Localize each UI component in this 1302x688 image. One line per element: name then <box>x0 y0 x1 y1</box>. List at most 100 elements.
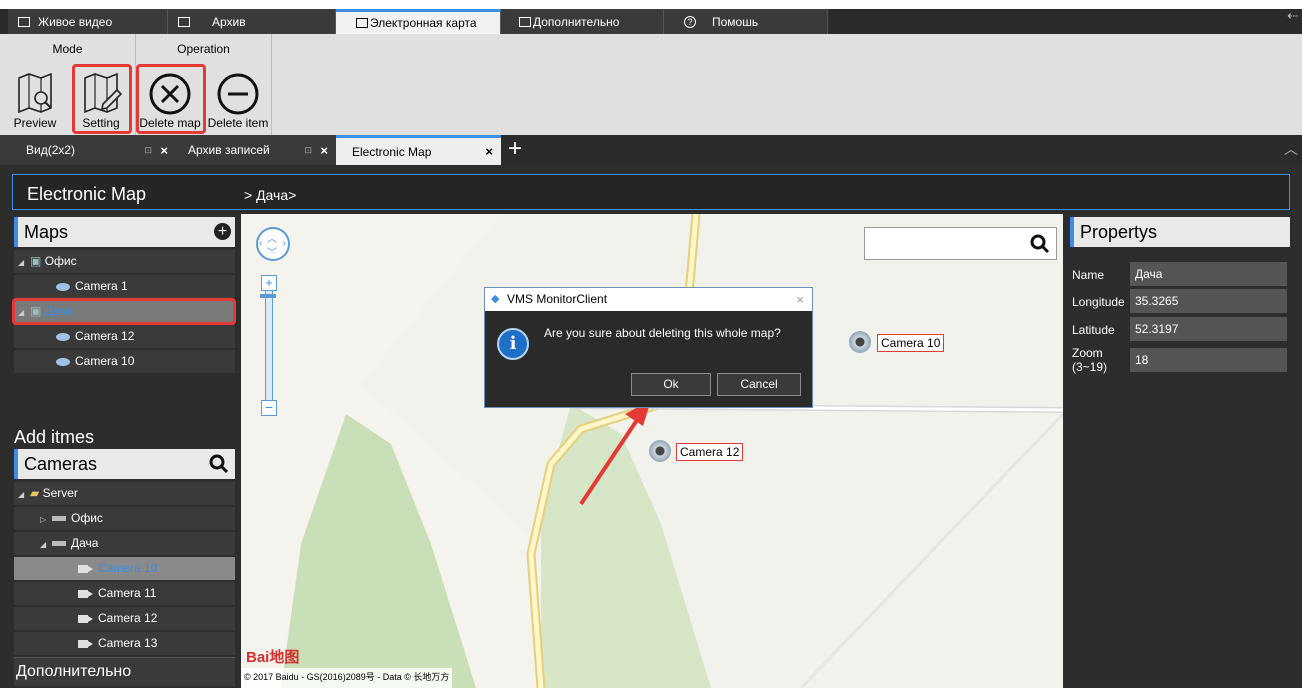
tree-item-office-map[interactable]: ◢ ▣ Офис <box>14 250 235 273</box>
tree-item-camera-12[interactable]: Camera 12 <box>14 325 235 348</box>
map-canvas[interactable]: ︿ ‹ › ﹀ + − Camera 10 Camera 12 Bai地图 © … <box>241 214 1063 688</box>
map-icon <box>356 18 368 28</box>
camera-12-marker-label[interactable]: Camera 12 <box>676 443 744 461</box>
tree-item-office-device[interactable]: ▷ Офис <box>14 507 235 530</box>
delete-item-button[interactable]: Delete item <box>205 72 271 132</box>
tab-help[interactable]: ? Помошь <box>664 9 828 34</box>
zoom-slider-handle[interactable] <box>260 294 276 298</box>
pan-down-icon[interactable]: ﹀ <box>267 244 277 259</box>
expand-icon[interactable]: ◢ <box>18 483 30 506</box>
tree-item-dacha-device[interactable]: ◢ Дача <box>14 532 235 555</box>
tree-label: Camera 12 <box>75 329 135 343</box>
highlight-box <box>12 298 236 325</box>
zoom-out-icon[interactable]: − <box>261 400 277 416</box>
exit-icon[interactable]: ⇠ <box>1287 8 1298 24</box>
video-camera-icon <box>78 589 93 598</box>
latitude-label: Latitude <box>1072 323 1115 337</box>
tab-live-video[interactable]: Живое видео <box>8 9 168 34</box>
add-map-icon[interactable]: + <box>214 223 231 240</box>
camera-icon <box>56 357 70 366</box>
tree-item-camera-12-source[interactable]: Camera 12 <box>14 607 235 630</box>
zoom-in-icon[interactable]: + <box>261 275 277 291</box>
ribbon: Mode Operation Preview Setting Delete ma… <box>0 34 1302 136</box>
device-icon <box>52 516 66 522</box>
tree-item-server[interactable]: ◢ ▰ Server <box>14 482 235 505</box>
additional-section[interactable]: Дополнительно <box>14 657 235 686</box>
zoom-field[interactable]: 18 <box>1130 348 1287 372</box>
tree-item-camera-10-source[interactable]: Camera 10 <box>14 557 235 580</box>
tab-view-2x2[interactable]: Вид(2x2) ⊡ × <box>0 135 176 165</box>
preview-label: Preview <box>13 116 57 130</box>
close-icon[interactable]: × <box>485 144 493 159</box>
app-logo-icon: ◆ <box>491 293 500 305</box>
tree-label: Camera 10 <box>98 561 158 575</box>
pin-icon[interactable]: ⊡ <box>144 145 152 156</box>
search-icon[interactable] <box>1030 234 1050 254</box>
dialog-titlebar: ◆ VMS MonitorClient × <box>485 288 812 311</box>
close-icon[interactable]: × <box>796 288 804 311</box>
expand-icon[interactable]: ◢ <box>18 251 30 274</box>
pin-icon[interactable]: ⊡ <box>304 145 312 156</box>
play-icon <box>178 16 190 27</box>
pan-control[interactable]: ︿ ‹ › ﹀ <box>256 227 290 261</box>
breadcrumb-path[interactable]: > Дача> <box>244 187 296 203</box>
cancel-button[interactable]: Cancel <box>717 373 801 396</box>
camera-marker-icon[interactable] <box>849 331 871 353</box>
delete-item-label: Delete item <box>207 116 269 130</box>
tree-label: Дача <box>71 536 99 550</box>
add-tab-icon[interactable]: + <box>508 137 522 161</box>
pan-right-icon[interactable]: › <box>283 238 286 249</box>
name-label: Name <box>1072 268 1105 282</box>
longitude-label: Longitude <box>1072 295 1125 309</box>
device-icon <box>52 541 66 547</box>
cameras-header: Cameras <box>14 449 235 479</box>
page-title: Electronic Map <box>27 184 147 204</box>
collapse-arrow-icon[interactable]: ▷ <box>40 508 52 531</box>
tree-label: Офис <box>44 254 77 268</box>
tree-label: Camera 12 <box>98 611 158 625</box>
zoom-slider-track[interactable] <box>265 290 273 402</box>
map-search-input[interactable] <box>864 227 1057 260</box>
tab-electronic-map[interactable]: Электронная карта <box>336 9 501 34</box>
tree-item-camera-10[interactable]: Camera 10 <box>14 350 235 373</box>
pan-up-icon[interactable]: ︿ <box>267 230 277 245</box>
tab-label: Архив записей <box>188 143 270 157</box>
highlight-box <box>72 64 132 134</box>
tree-item-camera-1[interactable]: Camera 1 <box>14 275 235 298</box>
expand-icon[interactable]: ◢ <box>40 533 52 556</box>
name-field[interactable]: Дача <box>1130 262 1287 286</box>
preview-button[interactable]: Preview <box>8 72 62 132</box>
tree-item-camera-11-source[interactable]: Camera 11 <box>14 582 235 605</box>
map-preview-icon <box>18 72 52 114</box>
longitude-field[interactable]: 35.3265 <box>1130 289 1287 313</box>
tab-label: Дополнительно <box>533 14 620 29</box>
tab-electronic-map-view[interactable]: Electronic Map × <box>336 135 501 165</box>
tab-label: Вид(2x2) <box>26 143 76 157</box>
tab-additional[interactable]: Дополнительно <box>501 9 664 34</box>
camera-10-marker-label[interactable]: Camera 10 <box>877 334 945 352</box>
tab-archive[interactable]: Архив <box>168 9 336 34</box>
tree-item-camera-13-source[interactable]: Camera 13 <box>14 632 235 655</box>
tab-archive-records[interactable]: Архив записей ⊡ × <box>176 135 336 165</box>
collapse-icon[interactable]: ︿ <box>1284 139 1298 159</box>
ok-button[interactable]: Ok <box>631 373 711 396</box>
camera-icon <box>56 282 70 291</box>
breadcrumb: Electronic Map > Дача> <box>12 174 1290 210</box>
close-icon[interactable]: × <box>320 143 328 158</box>
add-items-title: Add itmes <box>14 427 95 447</box>
video-camera-icon <box>78 614 93 623</box>
help-icon: ? <box>684 15 696 28</box>
tree-label: Офис <box>71 511 103 525</box>
tab-label: Живое видео <box>38 14 113 29</box>
search-icon[interactable] <box>209 454 229 474</box>
tree-label: Server <box>42 486 78 500</box>
latitude-field[interactable]: 52.3197 <box>1130 317 1287 341</box>
confirm-dialog: ◆ VMS MonitorClient × i Are you sure abo… <box>484 287 813 408</box>
dialog-title: VMS MonitorClient <box>507 292 608 306</box>
window-icon <box>519 16 531 27</box>
camera-marker-icon[interactable] <box>649 440 671 462</box>
pan-left-icon[interactable]: ‹ <box>259 238 262 249</box>
maps-header: Maps + <box>14 217 235 247</box>
close-icon[interactable]: × <box>160 143 168 158</box>
tree-label: Camera 13 <box>98 636 158 650</box>
